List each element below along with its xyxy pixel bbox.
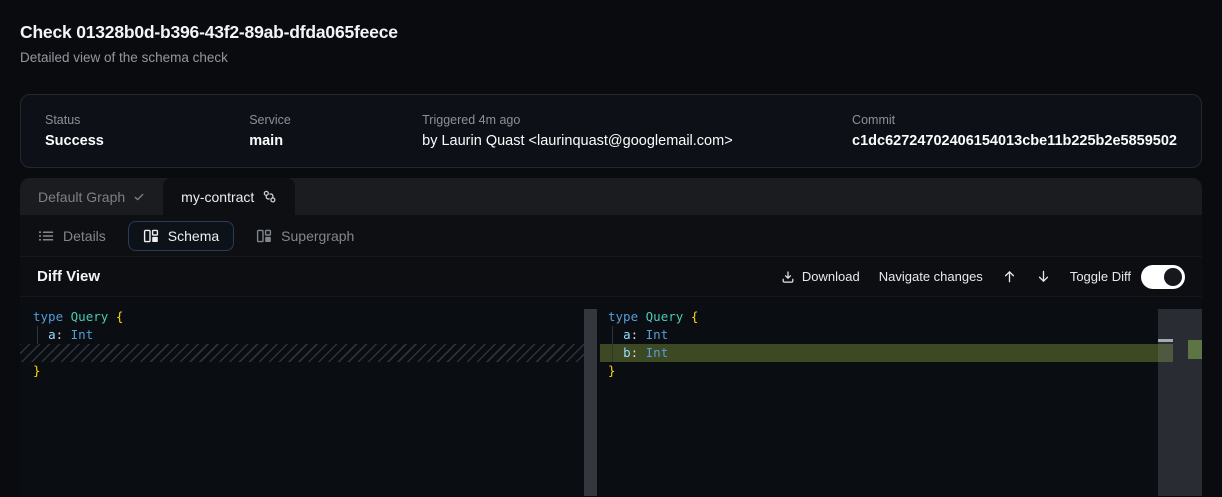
code-lines-before: type Query { a: Int} xyxy=(20,297,597,380)
check-icon xyxy=(133,191,145,203)
indent-guide xyxy=(37,326,38,344)
status-column: Status Success xyxy=(45,112,249,151)
triggered-column: Triggered 4m ago by Laurin Quast <laurin… xyxy=(422,112,852,151)
diff-view-title: Diff View xyxy=(37,268,100,285)
left-pane-scrollbar[interactable] xyxy=(584,309,597,496)
diff-pane-after[interactable]: type Query { a: Int b: Int} + xyxy=(600,297,1202,496)
view-tabs: Details Schema Supergraph xyxy=(20,215,1202,256)
next-change-button[interactable] xyxy=(1036,269,1051,284)
toggle-knob xyxy=(1164,268,1182,286)
status-value: Success xyxy=(45,132,249,151)
arrow-up-icon xyxy=(1002,269,1017,284)
page-subtitle: Detailed view of the schema check xyxy=(20,48,1202,68)
tab-my-contract-label: my-contract xyxy=(181,189,254,205)
scrollbar-thumb[interactable] xyxy=(1158,339,1173,342)
navigate-changes-button[interactable]: Navigate changes xyxy=(879,269,983,284)
previous-change-button[interactable] xyxy=(1002,269,1017,284)
check-content: Details Schema Supergraph Diff View xyxy=(20,215,1202,496)
code-line: a: Int xyxy=(600,326,1202,344)
code-line: } xyxy=(20,362,597,380)
commit-label: Commit xyxy=(852,112,1177,128)
commit-value: c1dc62724702406154013cbe11b225b2e5859502 xyxy=(852,132,1177,151)
download-icon xyxy=(781,270,795,284)
page-title: Check 01328b0d-b396-43f2-89ab-dfda065fee… xyxy=(20,19,1202,45)
navigate-changes-label: Navigate changes xyxy=(879,269,983,284)
overview-ruler-added-marker xyxy=(1188,340,1202,359)
hatched-placeholder-line xyxy=(20,344,597,362)
check-summary-card: Status Success Service main Triggered 4m… xyxy=(20,94,1202,168)
graph-tabstrip: Default Graph my-contract xyxy=(20,178,1202,215)
diff-pane-before[interactable]: type Query { a: Int} xyxy=(20,297,597,496)
status-label: Status xyxy=(45,112,249,128)
service-column: Service main xyxy=(249,112,422,151)
arrow-down-icon xyxy=(1036,269,1051,284)
toggle-diff-group: Toggle Diff xyxy=(1070,265,1185,289)
added-code-line: b: Int xyxy=(600,344,1173,362)
indent-guide xyxy=(612,326,613,362)
service-label: Service xyxy=(249,112,422,128)
triggered-label: Triggered 4m ago xyxy=(422,112,852,128)
tab-supergraph[interactable]: Supergraph xyxy=(256,228,354,244)
tab-details-label: Details xyxy=(63,228,106,244)
tab-schema[interactable]: Schema xyxy=(128,221,234,251)
diff-toolbar: Diff View Download Navigate changes xyxy=(20,256,1202,297)
tab-default-graph[interactable]: Default Graph xyxy=(20,178,163,215)
commit-column: Commit c1dc62724702406154013cbe11b225b2e… xyxy=(852,112,1177,151)
download-label: Download xyxy=(802,269,860,284)
toggle-diff-switch[interactable] xyxy=(1141,265,1185,289)
service-value: main xyxy=(249,132,422,151)
right-pane-scrollbar[interactable] xyxy=(1158,309,1202,496)
page-header: Check 01328b0d-b396-43f2-89ab-dfda065fee… xyxy=(0,0,1222,68)
layout-icon xyxy=(143,228,159,244)
code-lines-after: type Query { a: Int b: Int} xyxy=(600,297,1202,380)
code-line: type Query { xyxy=(20,308,597,326)
code-line: } xyxy=(600,362,1202,380)
tab-supergraph-label: Supergraph xyxy=(281,228,354,244)
check-detail-card: Default Graph my-contract Details xyxy=(20,178,1202,496)
toggle-diff-label: Toggle Diff xyxy=(1070,269,1131,284)
code-line: type Query { xyxy=(600,308,1202,326)
tab-my-contract[interactable]: my-contract xyxy=(163,178,295,215)
code-line: a: Int xyxy=(20,326,597,344)
layout-icon xyxy=(256,228,272,244)
tab-details[interactable]: Details xyxy=(38,228,106,244)
download-button[interactable]: Download xyxy=(781,269,860,284)
triggered-value: by Laurin Quast <laurinquast@googlemail.… xyxy=(422,132,852,151)
compare-icon xyxy=(262,189,277,204)
diff-controls: Download Navigate changes Toggle Diff xyxy=(781,265,1185,289)
tab-default-graph-label: Default Graph xyxy=(38,189,125,205)
list-icon xyxy=(38,228,54,244)
tab-schema-label: Schema xyxy=(168,228,219,244)
diff-editor: type Query { a: Int} type Query { a: Int… xyxy=(20,297,1202,496)
